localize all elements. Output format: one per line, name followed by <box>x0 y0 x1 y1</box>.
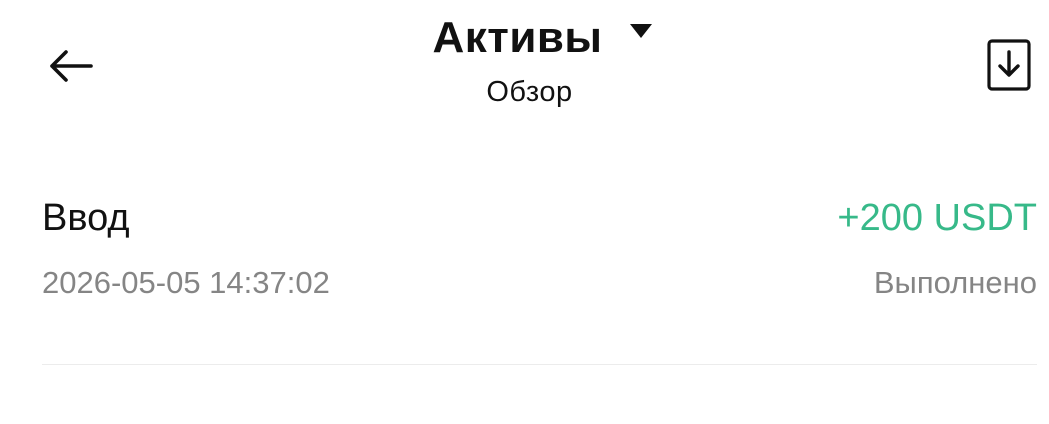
transaction-amount: +200 USDT <box>837 197 1037 239</box>
transaction-datetime: 2026-05-05 14:37:02 <box>42 265 330 300</box>
transaction-status: Выполнено <box>873 265 1037 300</box>
header: Активы Обзор <box>0 10 1049 110</box>
download-button[interactable] <box>986 38 1032 96</box>
caret-down-icon <box>629 23 653 39</box>
page-subtitle: Обзор <box>486 76 573 108</box>
asset-selector[interactable]: Активы <box>432 10 652 66</box>
download-icon <box>987 38 1031 96</box>
transaction-row[interactable]: Ввод +200 USDT 2026-05-05 14:37:02 Выпол… <box>42 190 1037 365</box>
page-title: Активы <box>432 13 603 62</box>
transaction-type: Ввод <box>42 197 130 239</box>
